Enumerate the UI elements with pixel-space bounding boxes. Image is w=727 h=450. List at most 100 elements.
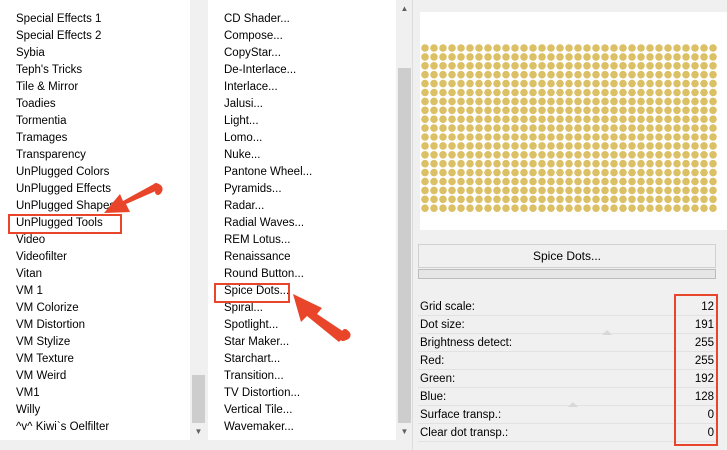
- preview-dot: [457, 151, 465, 159]
- preview-dot: [709, 44, 717, 52]
- preview-dot: [421, 79, 429, 88]
- preview-dot: [421, 62, 429, 70]
- panel-divider: [412, 0, 413, 450]
- preview-dot: [565, 115, 573, 123]
- effect-item[interactable]: Star Maker...: [208, 334, 289, 351]
- effect-item[interactable]: CD Shader...: [208, 11, 290, 28]
- preview-dot: [448, 168, 456, 177]
- category-item[interactable]: VM Texture: [0, 351, 74, 368]
- preview-dot: [475, 53, 483, 61]
- preview-dot: [466, 151, 474, 159]
- effect-item[interactable]: CopyStar...: [208, 45, 281, 62]
- category-scroll-thumb[interactable]: [192, 375, 205, 423]
- effect-item[interactable]: Pyramids...: [208, 181, 282, 198]
- arrow-down-icon[interactable]: ▼: [396, 423, 413, 440]
- preview-dot: [547, 115, 555, 123]
- preview-dot: [439, 124, 447, 132]
- preview-dot: [682, 159, 690, 168]
- category-item[interactable]: Willy: [0, 402, 40, 419]
- effect-item[interactable]: Jalusi...: [208, 96, 263, 113]
- param-row[interactable]: Green: 192: [418, 370, 718, 388]
- preview-dot: [484, 142, 492, 150]
- preview-dot: [691, 151, 699, 159]
- category-item[interactable]: VM Stylize: [0, 334, 70, 351]
- preview-dot: [457, 115, 465, 123]
- preview-dot: [664, 142, 672, 150]
- effect-item[interactable]: De-Interlace...: [208, 62, 296, 79]
- category-item[interactable]: Video: [0, 232, 45, 249]
- effect-scroll-thumb[interactable]: [398, 68, 411, 423]
- preview-dot: [673, 151, 681, 159]
- preview-dot: [610, 44, 618, 52]
- param-row[interactable]: Clear dot transp.: 0: [418, 424, 718, 442]
- category-item[interactable]: Tile & Mirror: [0, 79, 78, 96]
- preview-dot: [655, 79, 663, 88]
- preview-dot: [556, 168, 564, 177]
- effect-item[interactable]: Radial Waves...: [208, 215, 304, 232]
- preview-dot: [664, 79, 672, 88]
- category-item[interactable]: Sybia: [0, 45, 45, 62]
- category-item[interactable]: Transparency: [0, 147, 86, 164]
- preview-dot: [682, 44, 690, 52]
- effect-item[interactable]: Starchart...: [208, 351, 280, 368]
- category-item[interactable]: VM1: [0, 385, 40, 402]
- effect-item[interactable]: REM Lotus...: [208, 232, 290, 249]
- filter-effect-list[interactable]: CD Shader... Compose... CopyStar... De-Inte…: [208, 0, 397, 440]
- category-scrollbar[interactable]: ▼: [190, 0, 207, 440]
- effect-item[interactable]: Lomo...: [208, 130, 262, 147]
- category-item[interactable]: VM 1: [0, 283, 43, 300]
- effect-item[interactable]: Nuke...: [208, 147, 260, 164]
- preview-dot: [610, 70, 618, 79]
- effect-item[interactable]: Spotlight...: [208, 317, 278, 334]
- param-row[interactable]: Dot size: 191: [418, 316, 718, 335]
- preview-dot: [691, 97, 699, 106]
- param-row[interactable]: Blue: 128: [418, 388, 718, 407]
- arrow-up-icon[interactable]: ▲: [396, 0, 413, 17]
- arrow-down-icon[interactable]: ▼: [190, 423, 207, 440]
- category-item[interactable]: VM Distortion: [0, 317, 85, 334]
- preview-dot: [547, 106, 555, 115]
- category-item[interactable]: ^v^ Kiwi`s Oelfilter: [0, 419, 109, 436]
- category-item[interactable]: Videofilter: [0, 249, 67, 266]
- param-row[interactable]: Brightness detect: 255: [418, 334, 718, 352]
- category-item[interactable]: Toadies: [0, 96, 56, 113]
- category-item[interactable]: Tormentia: [0, 113, 67, 130]
- effect-item[interactable]: Transition...: [208, 368, 284, 385]
- param-slider-track[interactable]: [418, 441, 718, 442]
- effect-item[interactable]: Vertical Tile...: [208, 402, 292, 419]
- effect-item[interactable]: Wavemaker...: [208, 419, 294, 436]
- category-item[interactable]: Teph's Tricks: [0, 62, 82, 79]
- effect-item[interactable]: Round Button...: [208, 266, 304, 283]
- preview-dot: [583, 177, 591, 186]
- param-row[interactable]: Grid scale: 12: [418, 298, 718, 316]
- category-item[interactable]: Vitan: [0, 266, 42, 283]
- category-item[interactable]: UnPlugged Colors: [0, 164, 109, 181]
- param-row[interactable]: Surface transp.: 0: [418, 406, 718, 424]
- effect-item[interactable]: Pantone Wheel...: [208, 164, 312, 181]
- preview-dot: [430, 168, 438, 177]
- effect-item[interactable]: Renaissance: [208, 249, 290, 266]
- category-item[interactable]: Special Effects 2: [0, 28, 101, 45]
- preview-dot: [709, 168, 717, 177]
- param-label: Red:: [420, 355, 445, 367]
- preview-dot: [565, 97, 573, 106]
- preview-dot: [601, 79, 609, 88]
- preview-dot: [466, 168, 474, 177]
- effect-item[interactable]: Interlace...: [208, 79, 278, 96]
- effect-item[interactable]: TV Distortion...: [208, 385, 300, 402]
- effect-scrollbar[interactable]: ▲ ▼: [396, 0, 413, 440]
- effect-item[interactable]: Radar...: [208, 198, 264, 215]
- effect-item[interactable]: Light...: [208, 113, 259, 130]
- category-item[interactable]: VM Weird: [0, 368, 66, 385]
- preview-dot: [691, 53, 699, 61]
- preview-dot: [466, 133, 474, 141]
- preview-dot: [637, 115, 645, 123]
- category-item[interactable]: UnPlugged Effects: [0, 181, 111, 198]
- preview-effect-button[interactable]: Spice Dots...: [418, 244, 716, 268]
- param-row[interactable]: Red: 255: [418, 352, 718, 370]
- effect-item[interactable]: Compose...: [208, 28, 283, 45]
- category-item[interactable]: VM Colorize: [0, 300, 79, 317]
- category-item[interactable]: Tramages: [0, 130, 67, 147]
- category-item[interactable]: Special Effects 1: [0, 11, 101, 28]
- preview-dot: [574, 186, 582, 195]
